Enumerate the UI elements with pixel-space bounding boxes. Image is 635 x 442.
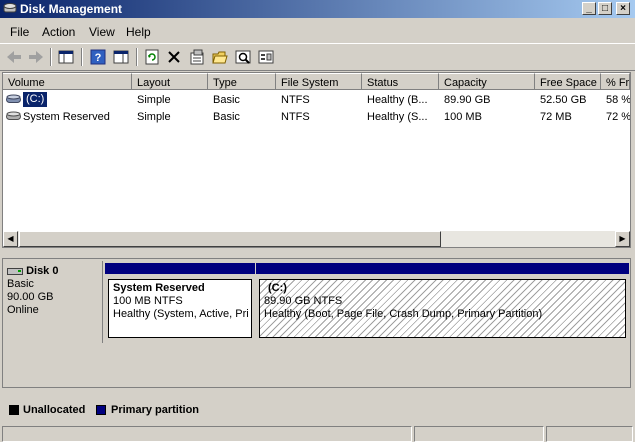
toolbar-separator (81, 48, 83, 66)
horizontal-scrollbar[interactable]: ◀ ▶ (3, 231, 630, 247)
scroll-right-button[interactable]: ▶ (615, 231, 630, 247)
volume-layout: Simple (137, 111, 171, 123)
column-header-free-space[interactable]: Free Space (535, 73, 601, 90)
legend: Unallocated Primary partition (2, 400, 631, 420)
toolbar-separator (50, 48, 52, 66)
volume-name: (C:) (21, 91, 49, 108)
menu-view[interactable]: View (89, 25, 115, 39)
partition-status: Healthy (Boot, Page File, Crash Dump, Pr… (264, 308, 543, 320)
partition-size: 100 MB NTFS (113, 295, 183, 307)
partition-body: System Reserved 100 MB NTFS Healthy (Sys… (108, 279, 252, 338)
partition-system-reserved[interactable]: System Reserved 100 MB NTFS Healthy (Sys… (105, 263, 255, 341)
close-button[interactable]: × (616, 2, 630, 15)
column-header-file-system[interactable]: File System (276, 73, 362, 90)
column-header-capacity[interactable]: Capacity (439, 73, 535, 90)
disk-layout-pane: Disk 0 Basic 90.00 GB Online System Rese… (2, 258, 631, 388)
hard-disk-icon (7, 267, 23, 275)
disk-management-app-icon (3, 3, 17, 13)
volume-capacity: 100 MB (444, 111, 482, 123)
disk-type: Basic (7, 278, 34, 290)
volume-percent-free: 58 % (606, 94, 630, 106)
svg-text:?: ? (95, 52, 102, 64)
settings-icon[interactable] (257, 48, 275, 66)
volume-type: Basic (213, 94, 240, 106)
partition-name: (C:) (268, 282, 287, 294)
disk-state: Online (7, 304, 39, 316)
help-icon[interactable]: ? (89, 48, 107, 66)
scroll-left-button[interactable]: ◀ (3, 231, 18, 247)
toolbar-separator (136, 48, 138, 66)
title-bar: Disk Management _ □ × (0, 0, 635, 18)
volume-icon (6, 111, 21, 120)
toolbar: ? (0, 43, 635, 71)
partition-status: Healthy (System, Active, Pri (113, 308, 249, 320)
legend-label-primary: Primary partition (111, 404, 200, 416)
volume-icon (6, 94, 21, 103)
back-arrow-icon[interactable] (5, 48, 23, 66)
volume-free-space: 72 MB (540, 111, 572, 123)
explore-icon[interactable] (234, 48, 252, 66)
menu-action[interactable]: Action (42, 25, 75, 39)
volume-percent-free: 72 % (606, 111, 630, 123)
partition-bar (105, 263, 255, 274)
volume-status: Healthy (S... (367, 111, 428, 123)
menu-bar: File Action View Help (0, 21, 635, 41)
column-header-type[interactable]: Type (208, 73, 276, 90)
window-title: Disk Management (20, 2, 123, 16)
legend-swatch-unallocated (9, 405, 19, 415)
minimize-button[interactable]: _ (582, 2, 596, 15)
disk-size: 90.00 GB (7, 291, 54, 303)
forward-arrow-icon[interactable] (27, 48, 45, 66)
partition-body: (C:) 89.90 GB NTFS Healthy (Boot, Page F… (259, 279, 626, 338)
volume-name: System Reserved (23, 111, 110, 123)
scrollbar-thumb[interactable] (19, 231, 441, 247)
delete-icon[interactable] (165, 48, 183, 66)
status-panel (414, 426, 544, 442)
disk-divider (102, 261, 103, 343)
column-header-status[interactable]: Status (362, 73, 439, 90)
volume-free-space: 52.50 GB (540, 94, 587, 106)
refresh-icon[interactable] (143, 48, 161, 66)
menu-help[interactable]: Help (126, 25, 151, 39)
status-bar (0, 424, 635, 442)
column-header-percent-free[interactable]: % Fr (601, 73, 630, 90)
legend-swatch-primary (96, 405, 106, 415)
properties-icon[interactable] (188, 48, 206, 66)
volume-list-pane: Volume Layout Type File System Status Ca… (2, 72, 631, 248)
disk-name: Disk 0 (26, 265, 59, 277)
status-panel (546, 426, 633, 442)
volume-type: Basic (213, 111, 240, 123)
menu-file[interactable]: File (10, 25, 29, 39)
legend-label-unallocated: Unallocated (23, 404, 86, 416)
status-panel (2, 426, 412, 442)
partition-name: System Reserved (113, 282, 205, 294)
disk-info[interactable]: Disk 0 Basic 90.00 GB Online (7, 265, 101, 345)
partition-size: 89.90 GB NTFS (264, 295, 343, 307)
show-hide-console-tree-icon[interactable] (57, 48, 75, 66)
volume-status: Healthy (B... (367, 94, 428, 106)
partition-c[interactable]: (C:) 89.90 GB NTFS Healthy (Boot, Page F… (256, 263, 629, 341)
partition-bar (256, 263, 629, 274)
volume-layout: Simple (137, 94, 171, 106)
maximize-button[interactable]: □ (598, 2, 612, 15)
column-header-layout[interactable]: Layout (132, 73, 208, 90)
volume-file-system: NTFS (281, 111, 310, 123)
volume-capacity: 89.90 GB (444, 94, 491, 106)
volume-file-system: NTFS (281, 94, 310, 106)
open-folder-icon[interactable] (211, 48, 229, 66)
show-hide-action-pane-icon[interactable] (112, 48, 130, 66)
column-header-volume[interactable]: Volume (3, 73, 132, 90)
